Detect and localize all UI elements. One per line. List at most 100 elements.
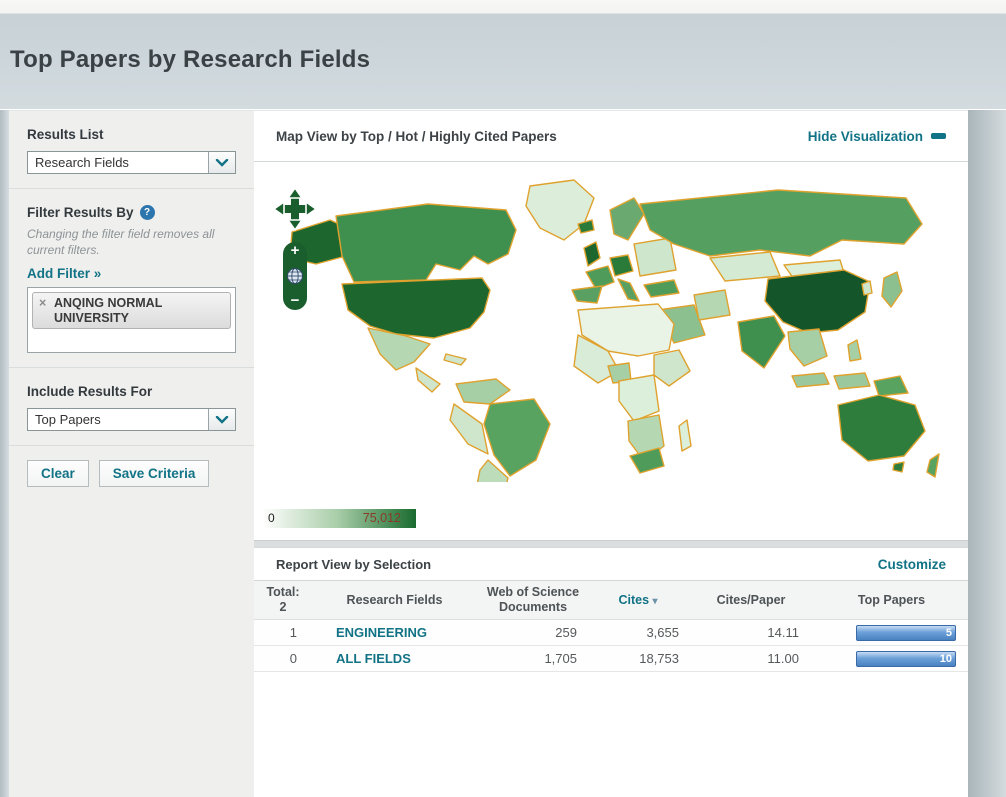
country-australia <box>838 395 925 461</box>
country-france <box>586 266 614 289</box>
country-cuba <box>444 354 466 365</box>
row-rank: 1 <box>254 625 312 640</box>
chevron-down-icon[interactable] <box>208 409 235 430</box>
sidebar: Results List Research Fields Filter Resu… <box>9 110 254 797</box>
include-results-selected-value: Top Papers <box>28 409 208 430</box>
zoom-control: + − <box>283 242 307 310</box>
map-view-header: Map View by Top / Hot / Highly Cited Pap… <box>254 111 968 162</box>
pan-left-icon <box>274 202 284 216</box>
zoom-out-icon[interactable]: − <box>291 294 300 308</box>
table-row: 0 ALL FIELDS 1,705 18,753 11.00 10 <box>254 646 968 672</box>
region-central-africa <box>619 375 659 421</box>
country-spain <box>572 286 602 303</box>
filter-chip[interactable]: × ANQING NORMAL UNIVERSITY <box>32 292 231 329</box>
country-iran <box>694 290 730 320</box>
country-madagascar <box>679 420 691 451</box>
page-right-margin <box>968 110 1006 797</box>
globe-icon[interactable] <box>286 267 304 285</box>
country-korea <box>862 281 872 295</box>
hide-visualization-label: Hide Visualization <box>808 129 923 144</box>
filter-chip-label: ANQING NORMAL UNIVERSITY <box>54 296 162 324</box>
page: Top Papers by Research Fields Results Li… <box>0 0 1006 797</box>
add-filter-link[interactable]: Add Filter » <box>27 266 101 281</box>
pan-up-icon <box>288 188 302 198</box>
country-indonesia-west <box>792 373 829 387</box>
country-scandinavia <box>610 198 644 240</box>
country-turkey <box>644 280 679 297</box>
main-panel: Map View by Top / Hot / Highly Cited Pap… <box>254 110 968 797</box>
documents-value: 259 <box>477 625 589 640</box>
research-field-link: ALL FIELDS <box>312 651 477 666</box>
hide-visualization-link[interactable]: Hide Visualization <box>808 129 946 144</box>
zoom-in-icon[interactable]: + <box>291 244 300 258</box>
results-list-select[interactable]: Research Fields <box>27 151 236 174</box>
documents-value: 1,705 <box>477 651 589 666</box>
cites-value: 18,753 <box>589 651 687 666</box>
world-choropleth-map[interactable] <box>278 172 942 482</box>
filter-section: Filter Results By ? Changing the filter … <box>9 188 254 367</box>
column-wos-documents: Web of Science Documents <box>477 581 589 619</box>
top-papers-value: 10 <box>940 653 952 665</box>
clear-button[interactable]: Clear <box>27 460 89 487</box>
country-kazakhstan <box>710 252 780 281</box>
country-russia <box>640 190 922 256</box>
column-cites-sort[interactable]: Cites ▾ <box>589 589 687 612</box>
results-list-selected-value: Research Fields <box>28 152 208 173</box>
cites-value: 3,655 <box>589 625 687 640</box>
country-china <box>765 270 870 333</box>
column-total: Total: 2 <box>254 581 312 619</box>
region-southeast-asia <box>788 329 827 366</box>
map-controls: + − <box>272 186 318 310</box>
map-legend: 0 75,012 <box>264 509 416 528</box>
row-rank: 0 <box>254 651 312 666</box>
country-colombia <box>456 379 510 404</box>
sidebar-actions: Clear Save Criteria <box>9 445 254 501</box>
top-papers-value: 5 <box>946 627 952 639</box>
cites-label: Cites <box>618 593 649 607</box>
save-criteria-button[interactable]: Save Criteria <box>99 460 210 487</box>
top-papers-bar: 10 <box>856 651 956 667</box>
browser-top-strip <box>0 0 1006 14</box>
cites-per-paper-value: 11.00 <box>687 651 815 666</box>
table-row: 1 ENGINEERING 259 3,655 14.11 5 <box>254 620 968 646</box>
results-list-section: Results List Research Fields <box>9 111 254 188</box>
map-area: + − 0 75,012 <box>254 162 968 540</box>
country-india <box>738 316 785 368</box>
country-peru <box>450 404 488 454</box>
pan-control[interactable] <box>272 186 318 232</box>
country-eastern-europe <box>634 238 676 276</box>
results-list-label: Results List <box>27 127 236 142</box>
total-label: Total: <box>256 585 310 600</box>
country-usa <box>342 278 490 338</box>
report-view-title: Report View by Selection <box>276 557 431 572</box>
include-results-select[interactable]: Top Papers <box>27 408 236 431</box>
customize-link[interactable]: Customize <box>878 557 946 572</box>
country-new-zealand <box>927 454 939 477</box>
filter-results-label: Filter Results By <box>27 205 134 220</box>
country-canada <box>336 204 516 282</box>
section-divider <box>254 540 968 548</box>
country-germany <box>610 255 633 276</box>
research-field-link: ENGINEERING <box>312 625 477 640</box>
report-table-header: Total: 2 Research Fields Web of Science … <box>254 581 968 620</box>
content: Results List Research Fields Filter Resu… <box>0 110 1006 797</box>
map-view-title: Map View by Top / Hot / Highly Cited Pap… <box>276 129 557 144</box>
sort-down-icon: ▾ <box>653 596 658 607</box>
empty-area <box>254 672 968 797</box>
cites-per-paper-value: 14.11 <box>687 625 815 640</box>
include-results-section: Include Results For Top Papers <box>9 367 254 445</box>
remove-filter-icon[interactable]: × <box>39 296 46 310</box>
include-results-label: Include Results For <box>27 384 236 399</box>
chevron-down-icon[interactable] <box>208 152 235 173</box>
pan-right-icon <box>306 202 316 216</box>
country-tasmania <box>893 462 904 472</box>
question-icon[interactable]: ? <box>140 205 155 220</box>
title-band: Top Papers by Research Fields <box>0 14 1006 109</box>
country-central-america <box>416 368 440 392</box>
country-south-africa <box>630 448 664 473</box>
country-italy <box>618 279 639 301</box>
top-papers-cell: 10 <box>815 651 968 667</box>
top-papers-bar: 5 <box>856 625 956 641</box>
country-philippines <box>848 340 861 361</box>
legend-min-value: 0 <box>268 511 275 525</box>
